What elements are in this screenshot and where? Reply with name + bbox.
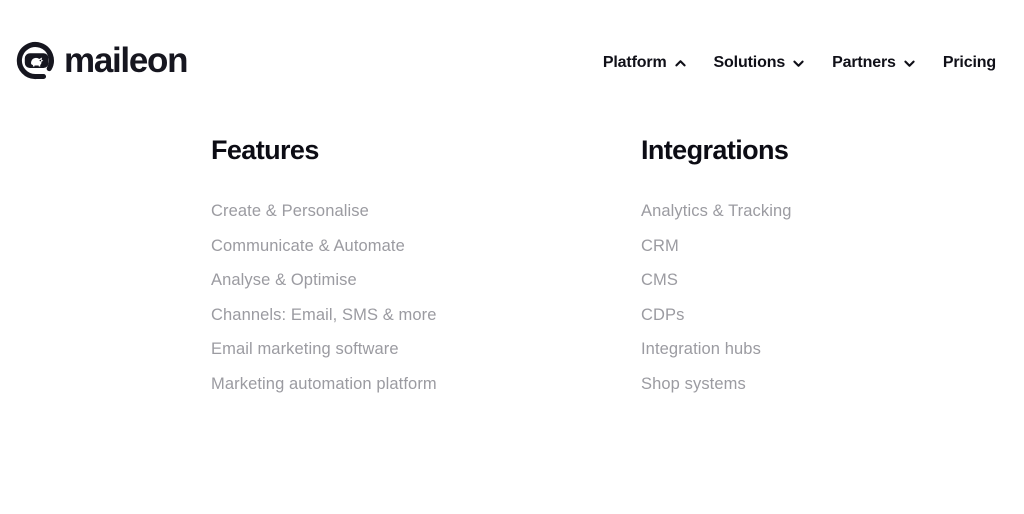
nav-item-solutions[interactable]: Solutions xyxy=(714,55,806,71)
chevron-down-icon xyxy=(903,57,916,70)
nav-item-solutions-label: Solutions xyxy=(713,54,786,71)
mega-menu-columns: Features Create & Personalise Communicat… xyxy=(211,136,1024,401)
nav-item-platform[interactable]: Platform xyxy=(603,55,687,71)
menu-link-integration-hubs[interactable]: Integration hubs xyxy=(641,332,761,367)
menu-link-analytics-tracking[interactable]: Analytics & Tracking xyxy=(641,194,792,229)
menu-link-marketing-automation-platform[interactable]: Marketing automation platform xyxy=(211,367,437,402)
menu-link-analyse-optimise[interactable]: Analyse & Optimise xyxy=(211,263,357,298)
nav-item-pricing[interactable]: Pricing xyxy=(943,55,996,71)
list-item: Marketing automation platform xyxy=(211,367,641,402)
menu-link-cms[interactable]: CMS xyxy=(641,263,678,298)
list-item: Integration hubs xyxy=(641,332,1024,367)
list-item: Analytics & Tracking xyxy=(641,194,1024,229)
list-item: Create & Personalise xyxy=(211,194,641,229)
brand-wordmark: maileon xyxy=(64,41,188,80)
menu-link-communicate-automate[interactable]: Communicate & Automate xyxy=(211,229,405,264)
mega-menu-column-features: Features Create & Personalise Communicat… xyxy=(211,136,641,401)
menu-link-email-marketing-software[interactable]: Email marketing software xyxy=(211,332,399,367)
site-header: maileon Platform Solutions Partners Pric… xyxy=(0,0,1024,110)
nav-item-partners-label: Partners xyxy=(832,54,896,71)
list-item: Email marketing software xyxy=(211,332,641,367)
list-item: Channels: Email, SMS & more xyxy=(211,298,641,333)
column-title-integrations: Integrations xyxy=(641,135,789,165)
menu-list-integrations: Analytics & Tracking CRM CMS CDPs Integr… xyxy=(641,194,1024,401)
maileon-circle-mark-icon xyxy=(16,40,57,81)
list-item: Analyse & Optimise xyxy=(211,263,641,298)
menu-link-cdps[interactable]: CDPs xyxy=(641,298,685,333)
list-item: CDPs xyxy=(641,298,1024,333)
primary-nav: Platform Solutions Partners Pricing xyxy=(603,55,996,71)
menu-link-shop-systems[interactable]: Shop systems xyxy=(641,367,746,402)
brand-logo-link[interactable]: maileon xyxy=(16,40,188,81)
mega-menu-column-integrations: Integrations Analytics & Tracking CRM CM… xyxy=(641,136,1024,401)
menu-link-create-personalise[interactable]: Create & Personalise xyxy=(211,194,369,229)
column-title-features: Features xyxy=(211,135,319,165)
nav-item-platform-label: Platform xyxy=(602,54,667,71)
menu-list-features: Create & Personalise Communicate & Autom… xyxy=(211,194,641,401)
list-item: Communicate & Automate xyxy=(211,229,641,264)
menu-link-channels[interactable]: Channels: Email, SMS & more xyxy=(211,298,437,333)
nav-item-partners[interactable]: Partners xyxy=(832,55,916,71)
chevron-up-icon xyxy=(674,57,687,70)
menu-link-crm[interactable]: CRM xyxy=(641,229,679,264)
page-root: maileon Platform Solutions Partners Pric… xyxy=(0,0,1024,514)
list-item: CMS xyxy=(641,263,1024,298)
chevron-down-icon xyxy=(792,57,805,70)
nav-item-pricing-label: Pricing xyxy=(942,54,996,71)
list-item: Shop systems xyxy=(641,367,1024,402)
platform-mega-menu: Features Create & Personalise Communicat… xyxy=(0,110,1024,514)
list-item: CRM xyxy=(641,229,1024,264)
